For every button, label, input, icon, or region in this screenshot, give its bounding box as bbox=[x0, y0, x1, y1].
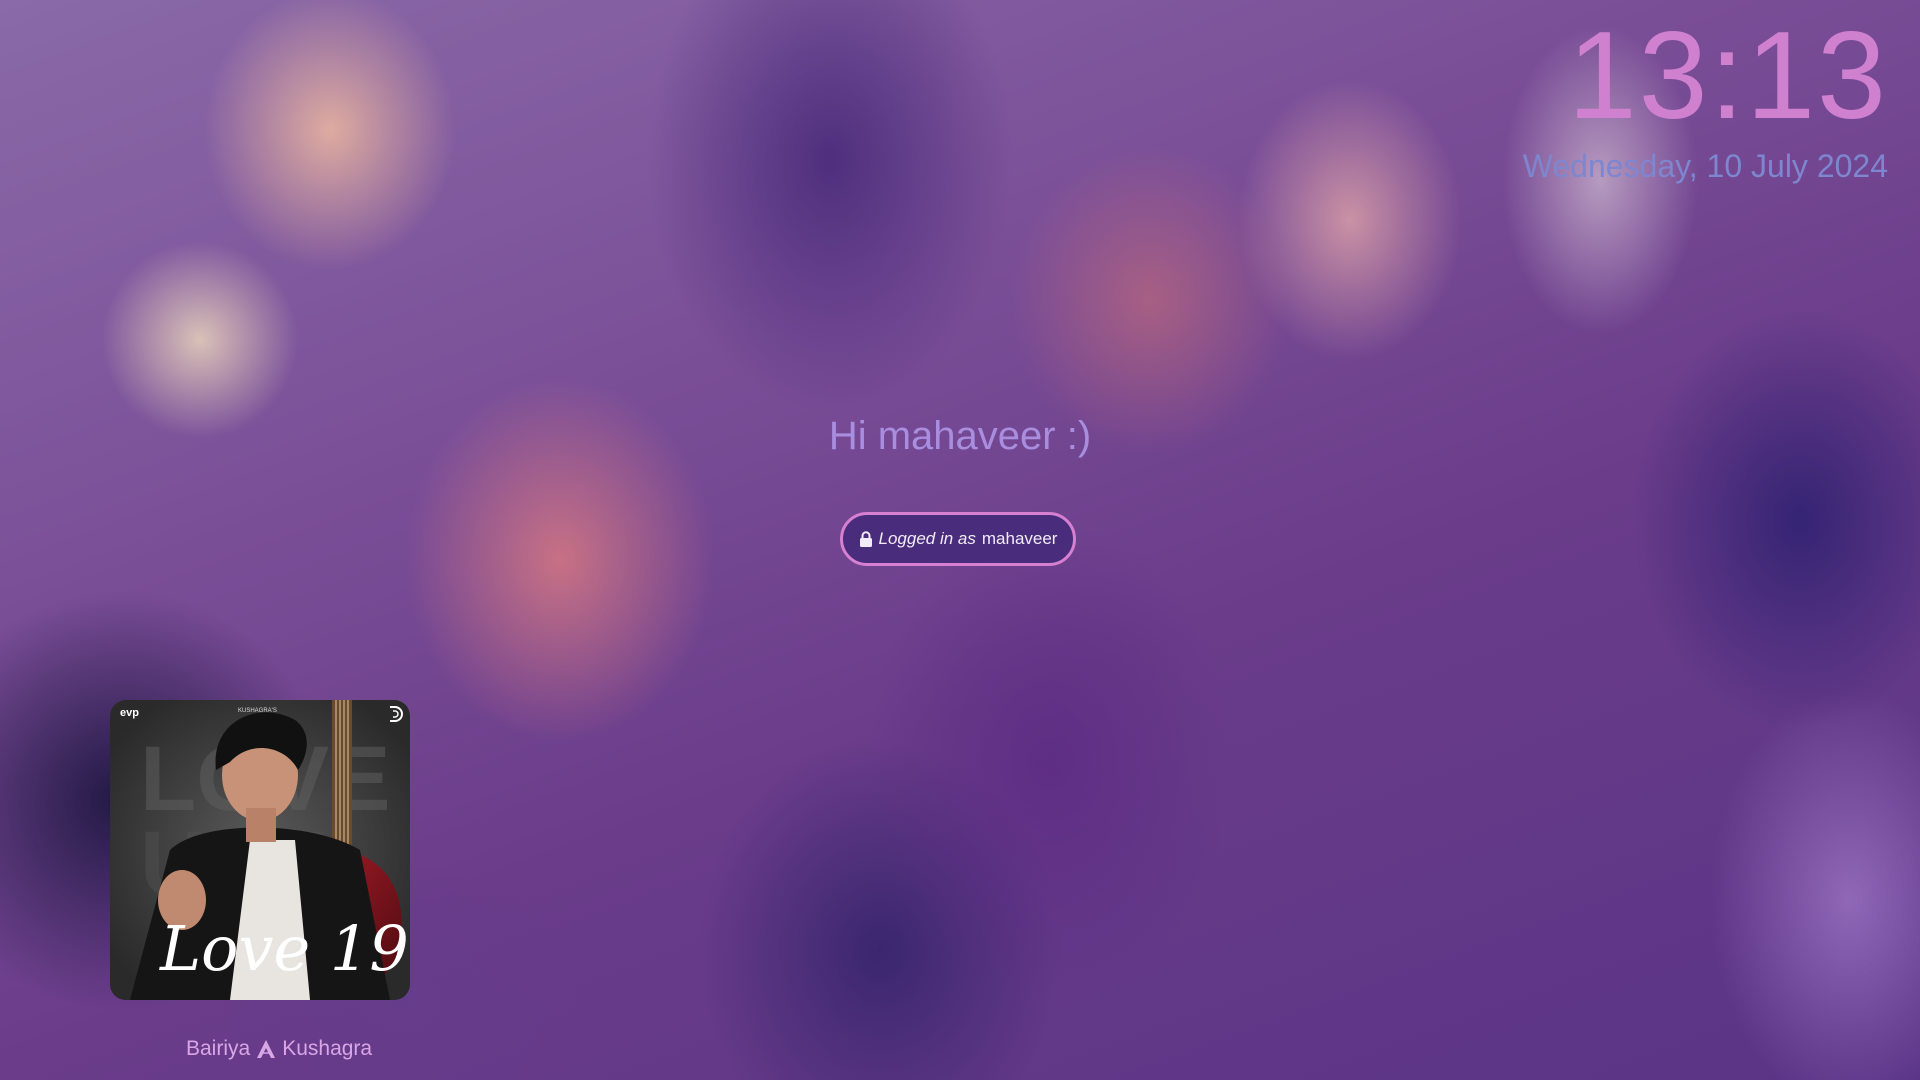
album-cover: LOVE UVE Love 19 evp bbox=[110, 700, 410, 1000]
svg-text:evp: evp bbox=[120, 707, 139, 719]
greeting-text: Hi mahaveer :) bbox=[828, 414, 1092, 458]
clock-date: Wednesday, 10 July 2024 bbox=[1522, 148, 1888, 184]
login-username: mahaveer bbox=[981, 529, 1058, 548]
arch-icon bbox=[256, 1039, 276, 1059]
artist-name-first: Bairiya bbox=[186, 1037, 251, 1060]
svg-text:KUSHAGRA'S: KUSHAGRA'S bbox=[238, 708, 277, 714]
login-status-button[interactable]: Logged in as mahaveer bbox=[840, 512, 1076, 566]
clock-time: 13:13 bbox=[1567, 7, 1888, 145]
login-status-prefix: Logged in as bbox=[878, 529, 976, 548]
lock-icon bbox=[859, 531, 873, 547]
now-playing-artist: Bairiya Kushagra bbox=[186, 1038, 372, 1059]
lock-screen: 13:13 Wednesday, 10 July 2024 Hi mahavee… bbox=[0, 0, 1920, 1080]
artist-name-second: Kushagra bbox=[282, 1037, 373, 1060]
album-title-text: Love 19 bbox=[159, 912, 409, 985]
